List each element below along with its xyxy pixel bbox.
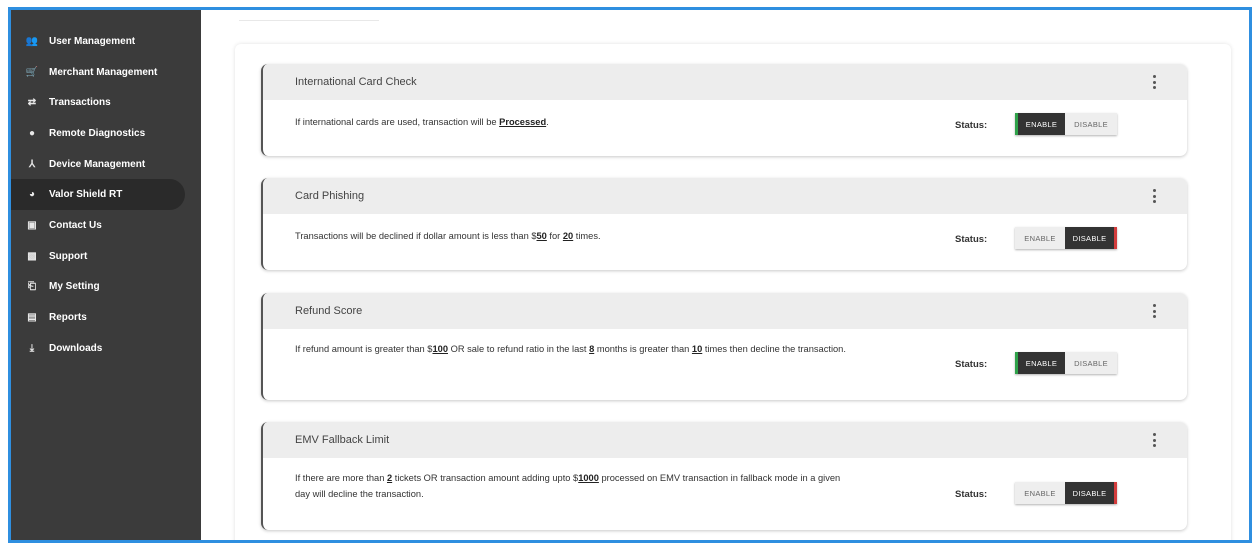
rule-text: months is greater than [594, 344, 692, 354]
rule-value: 10 [691, 344, 703, 354]
sidebar-item-label: Reports [49, 312, 87, 324]
rule-description: If refund amount is greater than $100 OR… [295, 329, 855, 357]
rule-card-card-phishing: Card Phishing Transactions will be declin… [261, 178, 1187, 270]
sidebar-item-label: Device Management [49, 158, 146, 170]
more-options-icon[interactable] [1151, 433, 1157, 447]
sidebar-item-label: Remote Diagnostics [49, 127, 146, 139]
rule-title: Card Phishing [295, 190, 365, 202]
rule-card-body: Transactions will be declined if dollar … [263, 214, 1187, 270]
rule-description: If international cards are used, transac… [295, 100, 855, 130]
sidebar-item-downloads[interactable]: ⤓ Downloads [11, 333, 201, 364]
network-icon: ⅄ [28, 158, 36, 170]
rule-text: If refund amount is greater than $ [295, 344, 433, 354]
status-toggle: ENABLE DISABLE [1015, 113, 1117, 135]
disable-button[interactable]: DISABLE [1065, 227, 1117, 249]
status-label: Status: [955, 489, 988, 500]
rule-text: times then decline the transaction. [702, 344, 846, 354]
disable-button[interactable]: DISABLE [1065, 113, 1117, 135]
sidebar-item-label: Merchant Management [49, 66, 158, 78]
more-options-icon[interactable] [1151, 304, 1157, 318]
sidebar-item-device-management[interactable]: ⅄ Device Management [11, 149, 201, 180]
disable-button[interactable]: DISABLE [1065, 482, 1117, 504]
app-frame: 👥 User Management 🛒 Merchant Management ⇄ Tra… [8, 7, 1252, 543]
rule-text: . [546, 117, 549, 127]
rule-text: times. [573, 231, 601, 241]
sidebar-item-contact-us[interactable]: ▣ Contact Us [11, 210, 201, 241]
status-label: Status: [955, 359, 988, 370]
sidebar-item-support[interactable]: ▩ Support [11, 241, 201, 272]
sidebar: 👥 User Management 🛒 Merchant Management ⇄ Tra… [11, 10, 201, 540]
rule-card-international-card-check: International Card Check If international… [261, 64, 1187, 156]
sidebar-item-label: Contact Us [49, 219, 102, 231]
more-options-icon[interactable] [1151, 75, 1157, 89]
sidebar-item-remote-diagnostics[interactable]: ● Remote Diagnostics [11, 118, 201, 149]
sidebar-item-label: Transactions [49, 97, 111, 109]
rule-description: If there are more than 2 tickets OR tran… [295, 458, 855, 502]
dot-icon: ● [28, 127, 36, 139]
status-label: Status: [955, 234, 988, 245]
rule-text: OR sale to refund ratio in the last [448, 344, 590, 354]
transfer-icon: ⇄ [27, 97, 37, 109]
sidebar-item-user-management[interactable]: 👥 User Management [11, 26, 201, 57]
rule-card-header: Card Phishing [263, 178, 1187, 214]
sidebar-item-reports[interactable]: ▤ Reports [11, 302, 201, 333]
status-toggle: ENABLE DISABLE [1015, 482, 1117, 504]
rule-title: International Card Check [295, 76, 417, 88]
rule-value: 100 [432, 344, 448, 354]
rule-text: If there are more than [295, 473, 387, 483]
rule-description: Transactions will be declined if dollar … [295, 214, 855, 244]
rule-card-header: Refund Score [263, 293, 1187, 329]
contact-icon: ▣ [27, 219, 37, 231]
cart-icon: 🛒 [25, 66, 39, 78]
more-options-icon[interactable] [1151, 189, 1157, 203]
rule-card-body: If there are more than 2 tickets OR tran… [263, 458, 1187, 530]
sidebar-item-label: Support [49, 250, 88, 262]
rule-text: for [546, 231, 563, 241]
sidebar-item-label: My Setting [49, 281, 100, 293]
rule-text: If international cards are used, transac… [295, 117, 500, 127]
rule-value: 50 [536, 231, 547, 241]
report-icon: ▤ [27, 312, 37, 324]
rule-value: 20 [562, 231, 574, 241]
rule-title: EMV Fallback Limit [295, 434, 390, 446]
sidebar-item-label: Valor Shield RT [49, 189, 123, 201]
rule-text: Transactions will be declined if dollar … [295, 231, 537, 241]
sidebar-item-transactions[interactable]: ⇄ Transactions [11, 87, 201, 118]
settings-icon: ⎗ [28, 281, 36, 293]
rule-value: 1000 [578, 473, 599, 483]
sidebar-item-my-setting[interactable]: ⎗ My Setting [11, 272, 201, 303]
rule-card-body: If refund amount is greater than $100 OR… [263, 329, 1187, 400]
divider [239, 20, 379, 21]
rules-panel: International Card Check If international… [235, 44, 1231, 540]
enable-button[interactable]: ENABLE [1015, 352, 1065, 374]
rule-value: Processed [499, 117, 547, 127]
rule-card-refund-score: Refund Score If refund amount is greater … [261, 293, 1187, 400]
rule-text: tickets OR transaction amount adding upt… [392, 473, 579, 483]
shield-icon: ◕ [28, 189, 36, 201]
enable-button[interactable]: ENABLE [1015, 227, 1065, 249]
support-icon: ▩ [27, 250, 37, 262]
status-label: Status: [955, 120, 988, 131]
rule-card-header: EMV Fallback Limit [263, 422, 1187, 458]
download-icon: ⤓ [29, 342, 35, 354]
sidebar-item-valor-shield-rt[interactable]: ◕ Valor Shield RT [11, 179, 185, 211]
enable-button[interactable]: ENABLE [1015, 113, 1065, 135]
status-toggle: ENABLE DISABLE [1015, 227, 1117, 249]
main-content: International Card Check If international… [201, 10, 1249, 540]
sidebar-item-merchant-management[interactable]: 🛒 Merchant Management [11, 57, 201, 88]
sidebar-item-label: User Management [49, 35, 136, 47]
users-icon: 👥 [25, 35, 39, 47]
enable-button[interactable]: ENABLE [1015, 482, 1065, 504]
sidebar-item-label: Downloads [49, 342, 103, 354]
rule-card-emv-fallback-limit: EMV Fallback Limit If there are more than… [261, 422, 1187, 530]
status-toggle: ENABLE DISABLE [1015, 352, 1117, 374]
rule-card-body: If international cards are used, transac… [263, 100, 1187, 156]
rule-card-header: International Card Check [263, 64, 1187, 100]
disable-button[interactable]: DISABLE [1065, 352, 1117, 374]
rule-title: Refund Score [295, 305, 363, 317]
